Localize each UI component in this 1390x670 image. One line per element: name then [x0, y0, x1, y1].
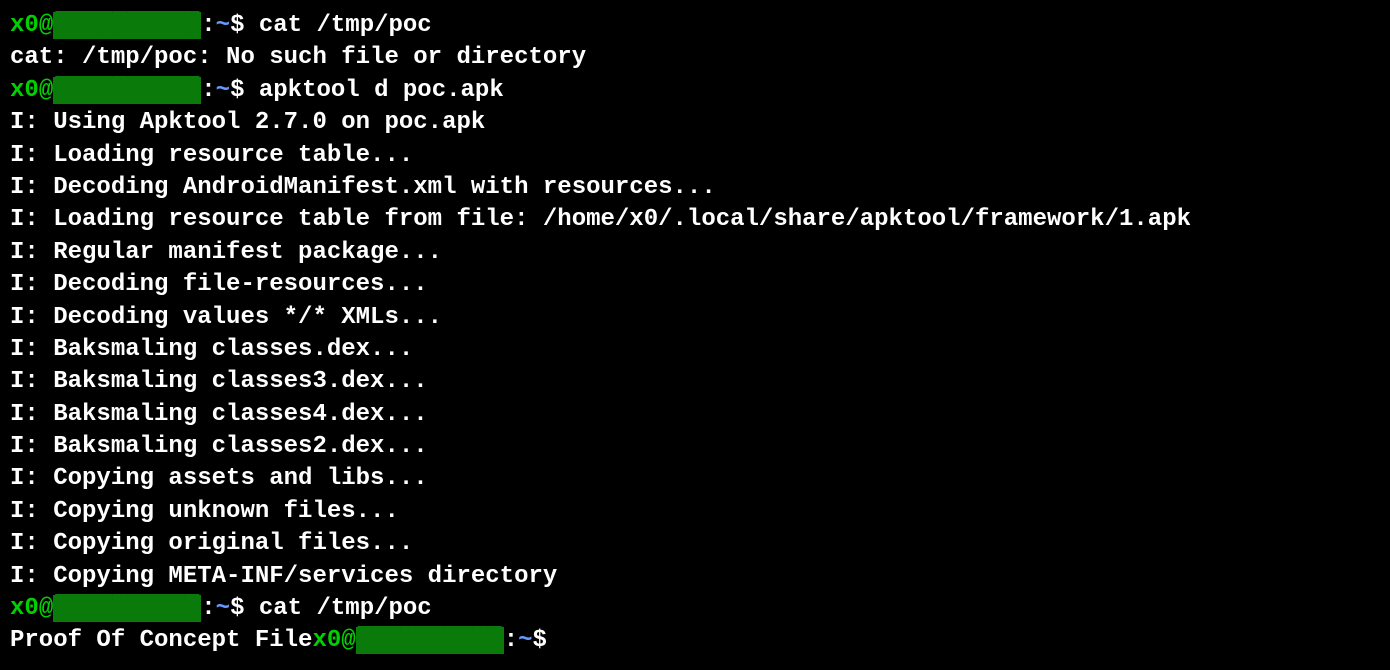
terminal-line: x0@██████████:~$ apktool d poc.apk — [10, 75, 1380, 107]
prompt-user: x0 — [10, 595, 39, 622]
prompt-colon: : — [201, 77, 215, 104]
output-text: I: Copying META-INF/services directory — [10, 563, 557, 590]
output-text: I: Baksmaling classes4.dex... — [10, 401, 428, 428]
terminal-line: x0@██████████:~$ cat /tmp/poc — [10, 593, 1380, 625]
output-text: I: Baksmaling classes.dex... — [10, 336, 413, 363]
prompt-at: @ — [39, 595, 53, 622]
terminal[interactable]: x0@██████████:~$ cat /tmp/poccat: /tmp/p… — [10, 10, 1380, 658]
terminal-line: I: Decoding file-resources... — [10, 269, 1380, 301]
terminal-line: I: Copying assets and libs... — [10, 463, 1380, 495]
prompt-host: ██████████ — [53, 595, 201, 622]
output-text: I: Decoding AndroidManifest.xml with res… — [10, 174, 716, 201]
terminal-line: I: Using Apktool 2.7.0 on poc.apk — [10, 107, 1380, 139]
terminal-line: I: Baksmaling classes2.dex... — [10, 431, 1380, 463]
terminal-line: I: Regular manifest package... — [10, 237, 1380, 269]
output-text: I: Regular manifest package... — [10, 239, 442, 266]
prompt-host: ██████████ — [53, 12, 201, 39]
prompt-path: ~ — [216, 595, 230, 622]
output-text: I: Baksmaling classes3.dex... — [10, 368, 428, 395]
output-text: cat: /tmp/poc: No such file or directory — [10, 44, 586, 71]
prompt-path: ~ — [216, 12, 230, 39]
terminal-line: I: Copying original files... — [10, 528, 1380, 560]
prompt-user: x0 — [10, 12, 39, 39]
terminal-line: I: Baksmaling classes3.dex... — [10, 366, 1380, 398]
terminal-line: I: Decoding AndroidManifest.xml with res… — [10, 172, 1380, 204]
prompt-at: @ — [39, 77, 53, 104]
prompt-colon: : — [201, 595, 215, 622]
output-text: I: Copying original files... — [10, 530, 413, 557]
terminal-line: I: Baksmaling classes4.dex... — [10, 399, 1380, 431]
prompt-dollar: $ — [230, 595, 259, 622]
output-text: I: Copying unknown files... — [10, 498, 399, 525]
terminal-line: I: Loading resource table... — [10, 140, 1380, 172]
terminal-line: x0@██████████:~$ cat /tmp/poc — [10, 10, 1380, 42]
prompt-colon: : — [201, 12, 215, 39]
command-text: cat /tmp/poc — [259, 595, 432, 622]
prompt-dollar: $ — [230, 77, 259, 104]
prompt-dollar: $ — [533, 627, 562, 654]
prompt-user: x0 — [10, 77, 39, 104]
output-text: I: Loading resource table... — [10, 142, 413, 169]
output-text: Proof Of Concept File — [10, 627, 312, 654]
prompt-path: ~ — [518, 627, 532, 654]
command-text: apktool d poc.apk — [259, 77, 504, 104]
terminal-line: cat: /tmp/poc: No such file or directory — [10, 42, 1380, 74]
prompt-host: ██████████ — [356, 627, 504, 654]
prompt-at: @ — [341, 627, 355, 654]
output-text: I: Using Apktool 2.7.0 on poc.apk — [10, 109, 485, 136]
output-text: I: Decoding values */* XMLs... — [10, 304, 442, 331]
terminal-line: I: Copying unknown files... — [10, 496, 1380, 528]
prompt-host: ██████████ — [53, 77, 201, 104]
prompt-dollar: $ — [230, 12, 259, 39]
output-text: I: Decoding file-resources... — [10, 271, 428, 298]
output-text: I: Copying assets and libs... — [10, 465, 428, 492]
terminal-line: I: Copying META-INF/services directory — [10, 561, 1380, 593]
prompt-user: x0 — [312, 627, 341, 654]
prompt-at: @ — [39, 12, 53, 39]
prompt-path: ~ — [216, 77, 230, 104]
terminal-line: Proof Of Concept Filex0@██████████:~$ — [10, 625, 1380, 657]
terminal-line: I: Decoding values */* XMLs... — [10, 302, 1380, 334]
terminal-line: I: Baksmaling classes.dex... — [10, 334, 1380, 366]
output-text: I: Baksmaling classes2.dex... — [10, 433, 428, 460]
command-text: cat /tmp/poc — [259, 12, 432, 39]
prompt-colon: : — [504, 627, 518, 654]
output-text: I: Loading resource table from file: /ho… — [10, 206, 1191, 233]
terminal-line: I: Loading resource table from file: /ho… — [10, 204, 1380, 236]
